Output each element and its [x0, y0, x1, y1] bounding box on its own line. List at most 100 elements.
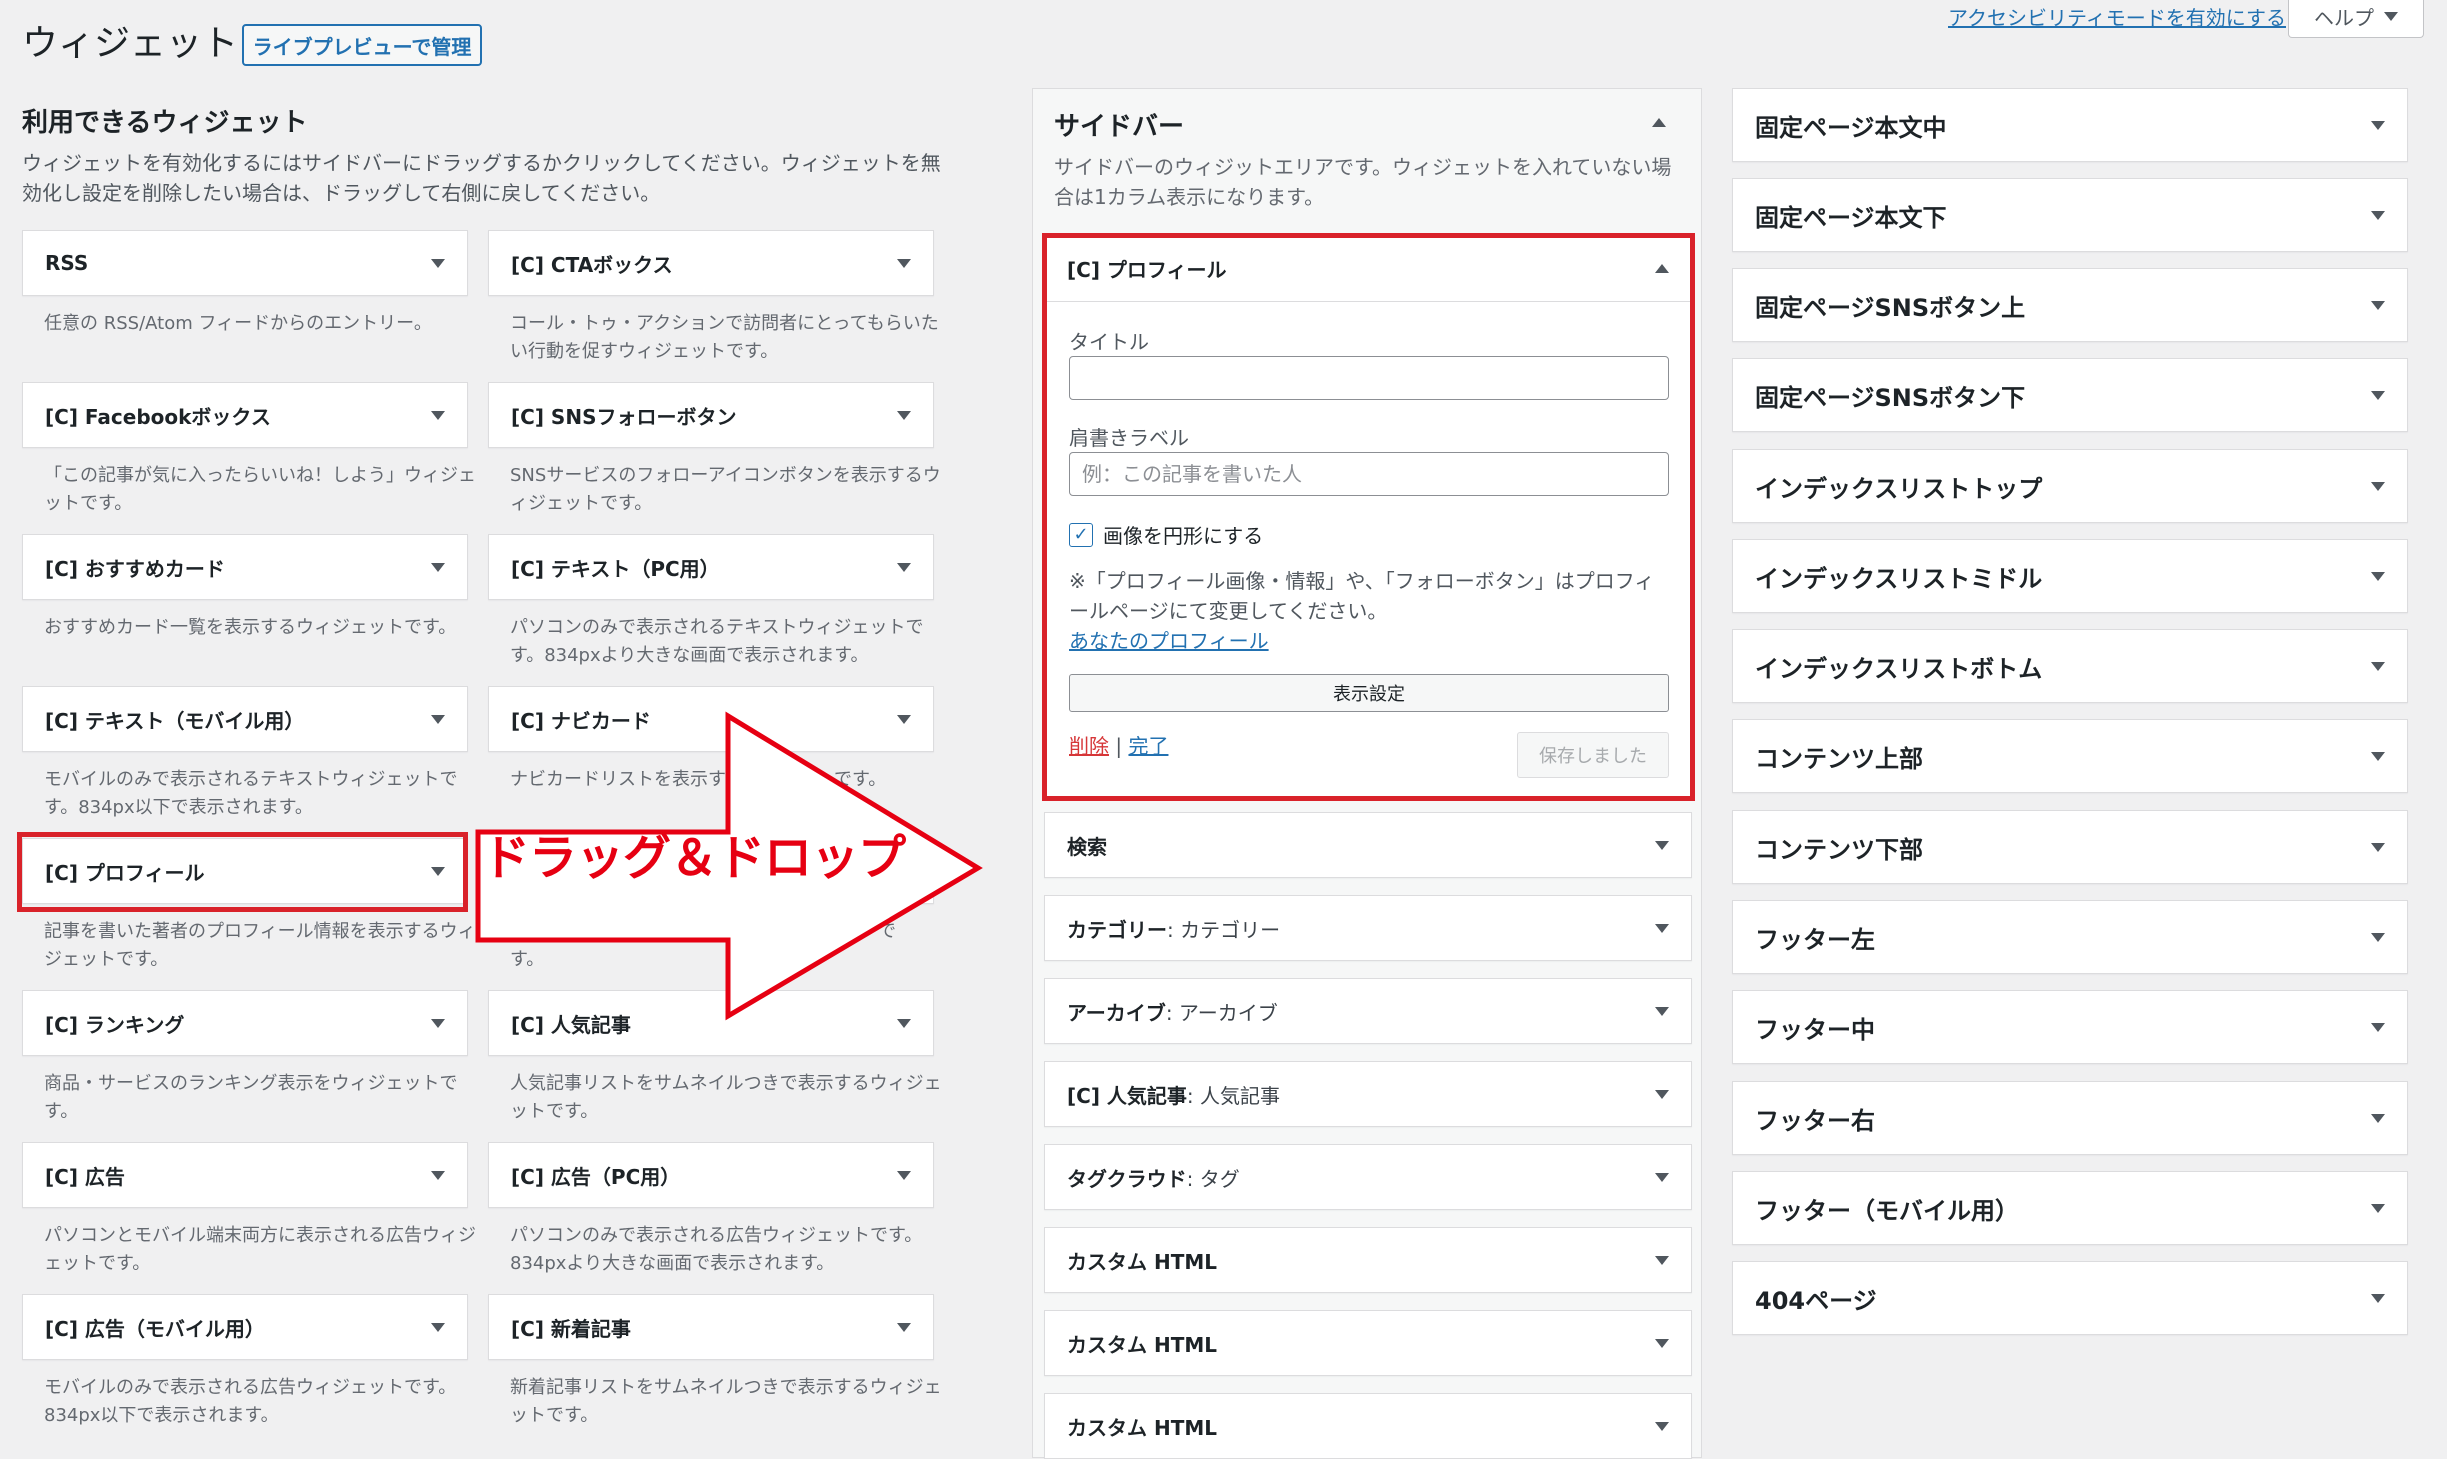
widget-rss[interactable]: RSS	[22, 230, 468, 296]
widget-area-title: 固定ページ本文下	[1755, 203, 1947, 232]
chevron-down-icon[interactable]	[2371, 1113, 2385, 1123]
chevron-down-icon[interactable]	[897, 410, 911, 420]
round-image-option[interactable]: ✓ 画像を円形にする	[1069, 520, 1263, 549]
display-settings-button[interactable]: 表示設定	[1069, 674, 1669, 712]
widget-description: パソコンのみで表示されるテキストウィジェットです。834pxより大きな画面で表示…	[510, 617, 924, 666]
widget-description: 商品・サービスのランキング表示をウィジェットです。	[44, 1073, 458, 1122]
widget-area-index-top[interactable]: インデックスリストトップ	[1732, 449, 2408, 523]
sidebar-widget-tag-cloud[interactable]: タグクラウド: タグ	[1044, 1144, 1692, 1210]
chevron-down-icon[interactable]	[2371, 210, 2385, 220]
chevron-down-icon[interactable]	[1655, 840, 1669, 850]
widget-area-page-content-bottom[interactable]: 固定ページ本文下	[1732, 178, 2408, 252]
widget-area-title: コンテンツ上部	[1755, 744, 1923, 773]
chevron-down-icon[interactable]	[2371, 481, 2385, 491]
widget-ad[interactable]: [C] 広告	[22, 1142, 468, 1208]
chevron-down-icon[interactable]	[897, 562, 911, 572]
chevron-down-icon[interactable]	[897, 1322, 911, 1332]
chevron-down-icon[interactable]	[2371, 120, 2385, 130]
chevron-down-icon[interactable]	[431, 1170, 445, 1180]
chevron-down-icon[interactable]	[2371, 932, 2385, 942]
widget-ad-pc[interactable]: [C] 広告（PC用）	[488, 1142, 934, 1208]
widget-area-title: 固定ページSNSボタン下	[1755, 383, 2026, 412]
widget-area-page-content-middle[interactable]: 固定ページ本文中	[1732, 88, 2408, 162]
widget-title: アーカイブ: アーカイブ	[1067, 997, 1278, 1026]
widget-cta-box[interactable]: [C] CTAボックス	[488, 230, 934, 296]
widget-area-footer-left[interactable]: フッター左	[1732, 900, 2408, 974]
widget-type: カスタム HTML	[1067, 1249, 1217, 1274]
delete-link[interactable]: 削除	[1069, 734, 1109, 758]
sidebar-title: サイドバー	[1054, 112, 1185, 142]
chevron-down-icon[interactable]	[2371, 300, 2385, 310]
widget-ad-mobile[interactable]: [C] 広告（モバイル用）	[22, 1294, 468, 1360]
chevron-down-icon[interactable]	[1655, 1006, 1669, 1016]
chevron-up-icon[interactable]	[1652, 118, 1666, 127]
widget-ranking[interactable]: [C] ランキング	[22, 990, 468, 1056]
chevron-down-icon[interactable]	[431, 258, 445, 268]
chevron-down-icon[interactable]	[2371, 390, 2385, 400]
done-link[interactable]: 完了	[1128, 734, 1168, 758]
sidebar-widget-custom-html[interactable]: カスタム HTML	[1044, 1227, 1692, 1293]
live-preview-button[interactable]: ライブプレビューで管理	[242, 24, 482, 66]
sidebar-widget-custom-html[interactable]: カスタム HTML	[1044, 1310, 1692, 1376]
your-profile-link[interactable]: あなたのプロフィール	[1069, 629, 1269, 653]
widget-area-footer-mobile[interactable]: フッター（モバイル用）	[1732, 1171, 2408, 1245]
chevron-down-icon[interactable]	[2371, 571, 2385, 581]
help-label: ヘルプ	[2314, 6, 2374, 30]
widget-area-page-sns-bottom[interactable]: 固定ページSNSボタン下	[1732, 358, 2408, 432]
widget-area-content-top[interactable]: コンテンツ上部	[1732, 719, 2408, 793]
widget-area-index-bottom[interactable]: インデックスリストボトム	[1732, 629, 2408, 703]
widget-area-title: 固定ページSNSボタン上	[1755, 293, 2026, 322]
accessibility-mode-link[interactable]: アクセシビリティモードを有効にする	[1948, 2, 2286, 31]
chevron-down-icon[interactable]	[897, 1170, 911, 1180]
chevron-down-icon[interactable]	[1655, 923, 1669, 933]
chevron-down-icon[interactable]	[431, 1322, 445, 1332]
widget-facebook-box[interactable]: [C] Facebookボックス	[22, 382, 468, 448]
chevron-down-icon[interactable]	[2371, 661, 2385, 671]
widget-recommend-card[interactable]: [C] おすすめカード	[22, 534, 468, 600]
sidebar-widget-search[interactable]: 検索	[1044, 812, 1692, 878]
round-image-checkbox[interactable]: ✓	[1069, 522, 1093, 547]
widget-area-404-page[interactable]: 404ページ	[1732, 1261, 2408, 1335]
widget-text-mobile[interactable]: [C] テキスト（モバイル用）	[22, 686, 468, 752]
help-tab[interactable]: ヘルプ	[2288, 0, 2424, 38]
caption-input[interactable]	[1069, 452, 1669, 496]
chevron-down-icon[interactable]	[1655, 1089, 1669, 1099]
chevron-down-icon[interactable]	[2371, 1203, 2385, 1213]
sidebar-widget-custom-html[interactable]: カスタム HTML	[1044, 1393, 1692, 1459]
chevron-down-icon[interactable]	[1655, 1172, 1669, 1182]
widget-profile[interactable]: [C] プロフィール	[22, 838, 468, 904]
chevron-down-icon[interactable]	[431, 866, 445, 876]
widget-area-page-sns-top[interactable]: 固定ページSNSボタン上	[1732, 268, 2408, 342]
widget-area-footer-right[interactable]: フッター右	[1732, 1081, 2408, 1155]
chevron-down-icon[interactable]	[2371, 842, 2385, 852]
chevron-down-icon[interactable]	[1655, 1255, 1669, 1265]
widget-area-index-middle[interactable]: インデックスリストミドル	[1732, 539, 2408, 613]
profile-widget-header[interactable]: [C] プロフィール	[1045, 236, 1691, 302]
chevron-down-icon[interactable]	[1655, 1338, 1669, 1348]
widget-new-posts[interactable]: [C] 新着記事	[488, 1294, 934, 1360]
widget-area-title: フッター（モバイル用）	[1755, 1196, 2019, 1225]
widget-text-pc[interactable]: [C] テキスト（PC用）	[488, 534, 934, 600]
sidebar-widget-archives[interactable]: アーカイブ: アーカイブ	[1044, 978, 1692, 1044]
chevron-down-icon[interactable]	[1655, 1421, 1669, 1431]
title-input[interactable]	[1069, 356, 1669, 400]
widget-area-footer-center[interactable]: フッター中	[1732, 990, 2408, 1064]
widget-sns-follow[interactable]: [C] SNSフォローボタン	[488, 382, 934, 448]
chevron-down-icon[interactable]	[431, 714, 445, 724]
widget-type: タグクラウド	[1067, 1166, 1187, 1191]
chevron-up-icon[interactable]	[1655, 264, 1669, 273]
widget-area-content-bottom[interactable]: コンテンツ下部	[1732, 810, 2408, 884]
chevron-down-icon[interactable]	[2371, 1293, 2385, 1303]
chevron-down-icon[interactable]	[431, 562, 445, 572]
widget-title: [C] 新着記事	[511, 1316, 631, 1341]
sidebar-widget-popular-posts[interactable]: [C] 人気記事: 人気記事	[1044, 1061, 1692, 1127]
saved-button[interactable]: 保存しました	[1517, 732, 1669, 778]
widget-description: 新着記事リストをサムネイルつきで表示するウィジェットです。	[510, 1377, 942, 1426]
chevron-down-icon[interactable]	[2371, 751, 2385, 761]
chevron-down-icon[interactable]	[2371, 1022, 2385, 1032]
widget-type: 検索	[1067, 834, 1107, 859]
sidebar-widget-categories[interactable]: カテゴリー: カテゴリー	[1044, 895, 1692, 961]
chevron-down-icon[interactable]	[897, 258, 911, 268]
chevron-down-icon[interactable]	[431, 410, 445, 420]
chevron-down-icon[interactable]	[431, 1018, 445, 1028]
